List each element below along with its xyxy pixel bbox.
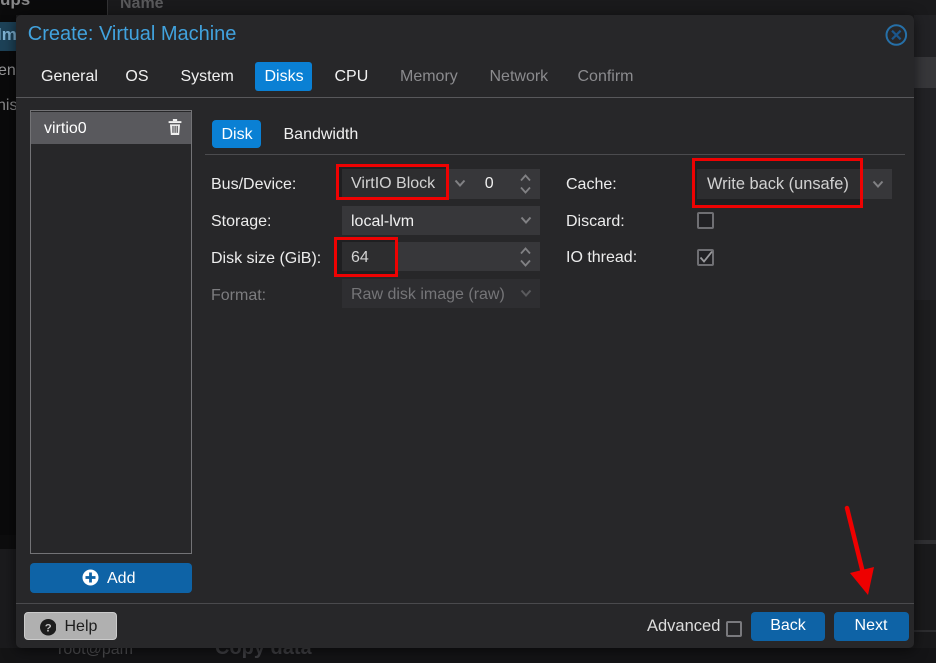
svg-text:?: ? bbox=[44, 622, 51, 634]
